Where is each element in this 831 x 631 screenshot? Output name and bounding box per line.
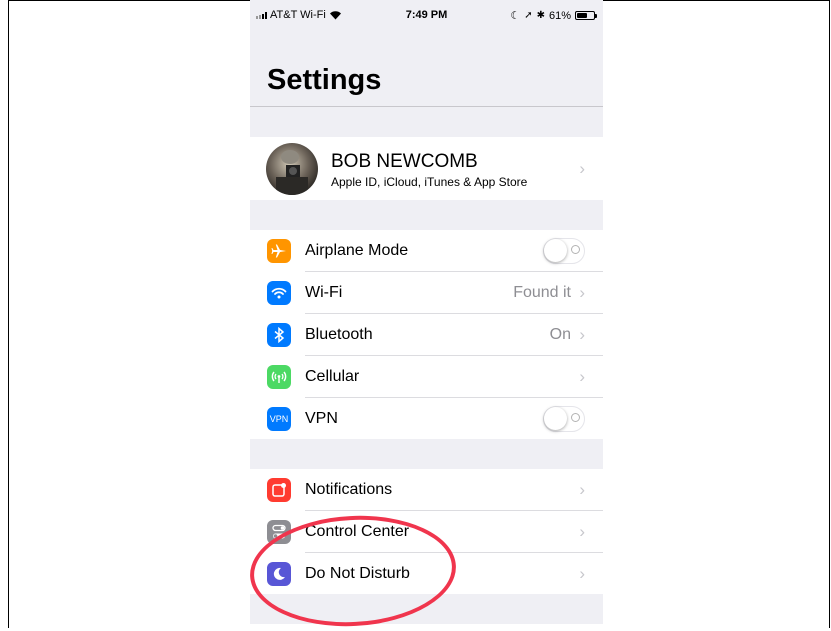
row-label: Airplane Mode: [305, 242, 409, 259]
chevron-right-icon: ›: [579, 480, 585, 499]
wifi-status: Found it: [513, 284, 571, 301]
status-bar: AT&T Wi-Fi 7:49 PM ☾ ➚ ✱ 61%: [250, 0, 603, 30]
status-right: ☾ ➚ ✱ 61%: [510, 9, 597, 22]
moon-status-icon: ☾: [510, 10, 521, 22]
chevron-right-icon: ›: [579, 367, 585, 386]
avatar: [266, 143, 318, 195]
row-notifications[interactable]: Notifications ›: [250, 469, 603, 511]
row-vpn[interactable]: VPN VPN: [250, 398, 603, 440]
chevron-right-icon: ›: [579, 564, 585, 583]
bluetooth-status: On: [549, 326, 571, 343]
profile-name: BOB NEWCOMB: [331, 151, 478, 172]
connectivity-group: Airplane Mode Wi-Fi Found it › Bluetooth: [250, 230, 603, 439]
airplane-icon: [267, 239, 291, 263]
notifications-icon: [267, 478, 291, 502]
vpn-icon: VPN: [267, 407, 291, 431]
bluetooth-status-icon: ✱: [536, 10, 545, 21]
cellular-icon: [267, 365, 291, 389]
chevron-right-icon: ›: [579, 159, 585, 178]
row-bluetooth[interactable]: Bluetooth On ›: [250, 314, 603, 356]
chevron-right-icon: ›: [579, 325, 585, 344]
page-title: Settings: [267, 64, 382, 96]
row-airplane-mode[interactable]: Airplane Mode: [250, 230, 603, 272]
row-wifi[interactable]: Wi-Fi Found it ›: [250, 272, 603, 314]
battery-percent: 61%: [548, 9, 571, 22]
next-group-edge: [250, 624, 603, 628]
airplane-mode-toggle[interactable]: [543, 238, 585, 264]
row-label: Bluetooth: [305, 326, 373, 343]
bluetooth-icon: [267, 323, 291, 347]
vpn-toggle[interactable]: [543, 406, 585, 432]
row-label: Notifications: [305, 481, 393, 498]
chevron-right-icon: ›: [579, 283, 585, 302]
row-label: VPN: [305, 410, 338, 427]
row-cellular[interactable]: Cellular ›: [250, 356, 603, 398]
header-divider: [250, 106, 603, 107]
profile-subtitle: Apple ID, iCloud, iTunes & App Store: [331, 175, 528, 189]
location-icon: ➚: [524, 10, 533, 21]
wifi-icon: [267, 281, 291, 305]
battery-icon: [575, 11, 597, 20]
apple-id-row[interactable]: BOB NEWCOMB Apple ID, iCloud, iTunes & A…: [250, 137, 603, 200]
row-label: Cellular: [305, 368, 360, 385]
row-label: Wi-Fi: [305, 284, 343, 301]
chevron-right-icon: ›: [579, 522, 585, 541]
